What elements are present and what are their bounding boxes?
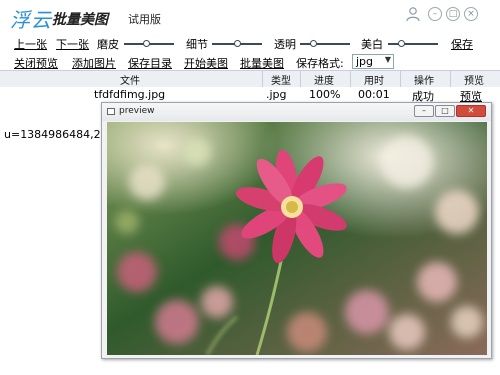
user-icon[interactable] [406, 6, 420, 22]
preview-window[interactable]: preview – □ ✕ [101, 102, 492, 359]
batch-beautify-button[interactable]: 批量美图 [240, 55, 284, 71]
preview-photo [107, 122, 487, 355]
minimize-icon[interactable]: – [428, 7, 442, 21]
app-name: 批量美图 [52, 12, 108, 28]
trial-label: 试用版 [128, 13, 161, 26]
save-directory-button[interactable]: 保存目录 [128, 55, 172, 71]
app-logo: 浮云 [10, 8, 52, 32]
close-icon[interactable]: × [464, 7, 478, 21]
preview-title-bar[interactable]: preview – □ ✕ [102, 103, 491, 121]
transparency-label: 透明 [274, 38, 296, 51]
column-progress[interactable]: 进度 [302, 72, 346, 87]
progress-cell: 100% [309, 88, 341, 101]
save-format-value: jpg [356, 55, 374, 68]
transparency-slider[interactable] [300, 43, 350, 45]
column-preview[interactable]: 预览 [452, 72, 496, 87]
file-table-header: 文件 类型 进度 用时 操作 预览 [0, 70, 500, 88]
smooth-slider-handle[interactable] [143, 40, 150, 47]
column-type[interactable]: 类型 [264, 72, 298, 87]
chevron-down-icon[interactable]: ▼ [385, 55, 391, 64]
time-cell: 00:01 [358, 88, 390, 101]
preview-close-icon[interactable]: ✕ [456, 105, 486, 117]
save-format-label: 保存格式: [296, 57, 344, 70]
close-preview-button[interactable]: 关闭预览 [14, 55, 58, 71]
prev-button[interactable]: 上一张 [14, 36, 47, 52]
title-bar: 浮云 批量美图 试用版 – □ × [0, 0, 500, 34]
next-button[interactable]: 下一张 [56, 36, 89, 52]
column-action[interactable]: 操作 [402, 72, 446, 87]
smooth-label: 磨皮 [97, 38, 119, 51]
detail-slider-handle[interactable] [234, 40, 241, 47]
preview-minimize-icon[interactable]: – [414, 105, 434, 117]
save-format-select[interactable]: jpg ▼ [352, 54, 394, 69]
window-icon [107, 108, 115, 115]
column-time[interactable]: 用时 [352, 72, 396, 87]
add-image-button[interactable]: 添加图片 [72, 55, 116, 71]
save-button[interactable]: 保存 [451, 36, 473, 52]
detail-label: 细节 [186, 38, 208, 51]
preview-title: preview [119, 106, 155, 116]
preview-maximize-icon[interactable]: □ [435, 105, 455, 117]
flower-photo [107, 122, 487, 355]
whiten-slider[interactable] [388, 43, 438, 45]
info-text: u=1384986484,26 [4, 128, 108, 141]
whiten-slider-handle[interactable] [398, 40, 405, 47]
file-name-cell: tfdfdfimg.jpg [94, 88, 166, 101]
toolbar-adjust: 上一张 下一张 磨皮 细节 透明 美白 保存 [0, 34, 500, 52]
start-beautify-button[interactable]: 开始美图 [184, 55, 228, 71]
file-type-cell: .jpg [266, 88, 287, 101]
transparency-slider-handle[interactable] [310, 40, 317, 47]
maximize-icon[interactable]: □ [446, 7, 460, 21]
whiten-label: 美白 [361, 38, 383, 51]
column-file[interactable]: 文件 [110, 72, 150, 87]
